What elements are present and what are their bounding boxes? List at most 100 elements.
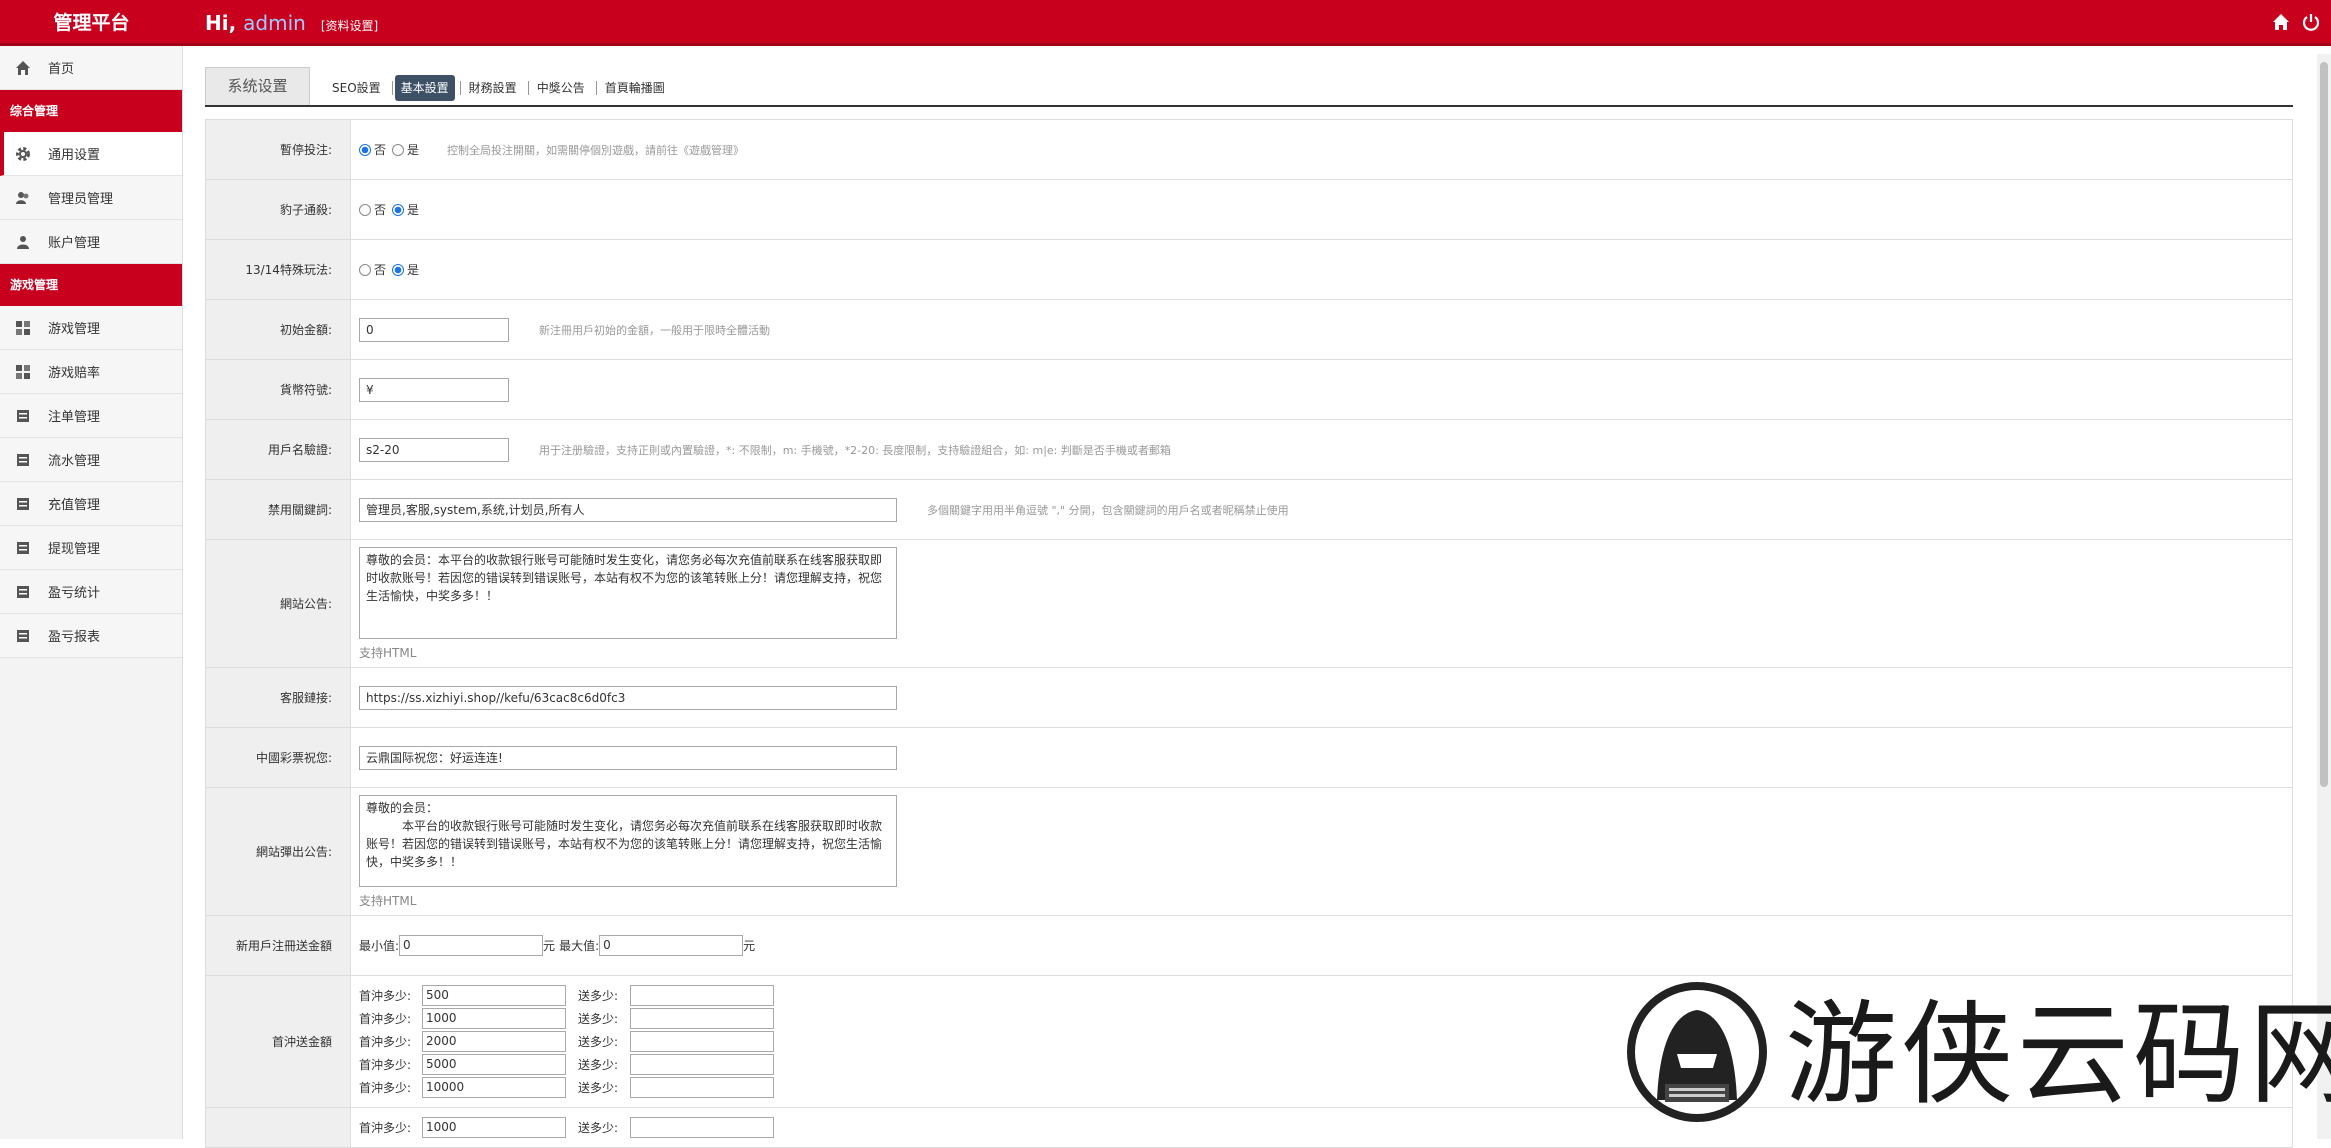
tab-winning-notice[interactable]: 中獎公告 <box>531 75 597 101</box>
sidebar-item-label: 盈亏统计 <box>48 586 101 601</box>
sidebar-section-general: 综合管理 <box>0 90 182 132</box>
special-play-label: 13/14特殊玩法: <box>206 240 351 299</box>
first-deposit-input[interactable]: 500 <box>422 985 566 1006</box>
sidebar-item-game-management[interactable]: 游戏管理 <box>0 306 182 350</box>
min-value-input[interactable]: 0 <box>399 935 544 956</box>
site-notice-textarea[interactable]: 尊敬的会员：本平台的收款银行账号可能随时发生变化，请您务必每次充值前联系在线客服… <box>359 546 897 639</box>
scrollbar-thumb[interactable] <box>2320 62 2328 787</box>
sidebar-item-flow-management[interactable]: 流水管理 <box>0 438 182 482</box>
radio-label: 是 <box>407 203 420 217</box>
sidebar-item-label: 账户管理 <box>48 236 101 251</box>
form-row: 中國彩票祝您: 云鼎国际祝您：好运连连! <box>206 728 2292 788</box>
username-validation-input[interactable]: s2-20 <box>359 437 509 462</box>
popup-notice-textarea[interactable]: 尊敬的会员： 本平台的收款银行账号可能随时发生变化，请您务必每次充值前联系在线客… <box>359 794 897 887</box>
special-no-radio[interactable] <box>359 263 371 276</box>
home-icon <box>14 59 32 77</box>
power-icon[interactable] <box>2301 12 2321 32</box>
form-row: 豹子通殺: 否 是 <box>206 180 2292 240</box>
username-validation-label: 用戶名驗證: <box>206 420 351 479</box>
sidebar-item-profit-report[interactable]: 盈亏报表 <box>0 614 182 658</box>
unit-label: 元 <box>543 939 556 953</box>
tab-basic[interactable]: 基本設置 <box>394 75 461 101</box>
list-icon <box>14 539 32 557</box>
first-deposit-input[interactable]: 1000 <box>422 1008 566 1029</box>
bonus-label: 送多少: <box>578 1035 619 1049</box>
customer-service-link-label: 客服鏈接: <box>206 668 351 727</box>
bonus-input[interactable] <box>630 1077 774 1098</box>
first-deposit-input[interactable]: 1000 <box>422 1117 566 1138</box>
tab-seo[interactable]: SEO設置 <box>326 75 393 101</box>
sidebar-item-home[interactable]: 首页 <box>0 46 182 90</box>
initial-amount-input[interactable]: 0 <box>359 317 509 342</box>
sidebar-item-label: 流水管理 <box>48 454 101 469</box>
sidebar-item-admin-management[interactable]: 管理员管理 <box>0 176 182 220</box>
bonus-input[interactable] <box>630 985 774 1006</box>
initial-amount-hint: 新注冊用戶初始的金額，一般用于限時全體活動 <box>539 323 770 337</box>
profile-settings-link[interactable]: [资料设置] <box>321 19 378 33</box>
lottery-greeting-input[interactable]: 云鼎国际祝您：好运连连! <box>359 745 897 770</box>
currency-symbol-input[interactable]: ¥ <box>359 377 509 402</box>
sidebar-item-profit-stats[interactable]: 盈亏统计 <box>0 570 182 614</box>
top-bar: 管理平台 Hi, admin [资料设置] <box>0 0 2331 46</box>
bonus-input[interactable] <box>630 1031 774 1052</box>
tab-finance[interactable]: 財務設置 <box>463 75 529 101</box>
sidebar-item-label: 充值管理 <box>48 498 101 513</box>
first-deposit-input[interactable]: 2000 <box>422 1031 566 1052</box>
radio-label: 否 <box>374 203 387 217</box>
grid-icon <box>14 319 32 337</box>
sidebar-item-label: 游戏赔率 <box>48 366 101 381</box>
sidebar: 首页 综合管理 通用设置 管理员管理 账户管理 游戏管理 游戏管理 游戏赔率 注… <box>0 46 183 1139</box>
popup-notice-label: 網站彈出公告: <box>206 788 351 915</box>
sidebar-item-account-management[interactable]: 账户管理 <box>0 220 182 264</box>
banned-keywords-input[interactable]: 管理员,客服,system,系统,计划员,所有人 <box>359 497 897 522</box>
bonus-input[interactable] <box>630 1008 774 1029</box>
pause-yes-radio[interactable] <box>392 143 405 156</box>
form-row: 初始金額: 0 新注冊用戶初始的金額，一般用于限時全體活動 <box>206 300 2292 360</box>
sidebar-item-recharge-management[interactable]: 充值管理 <box>0 482 182 526</box>
special-yes-radio[interactable] <box>392 263 405 276</box>
list-icon <box>14 407 32 425</box>
watermark: 游侠云码网 <box>1625 980 2331 1130</box>
first-deposit-input[interactable]: 5000 <box>422 1054 566 1075</box>
bonus-input[interactable] <box>630 1054 774 1075</box>
list-icon <box>14 583 32 601</box>
vertical-scrollbar[interactable] <box>2317 54 2331 1139</box>
form-row: 網站公告: 尊敬的会员：本平台的收款银行账号可能随时发生变化，请您务必每次充值前… <box>206 540 2292 668</box>
max-value-input[interactable]: 0 <box>599 935 744 956</box>
gear-icon <box>14 145 32 163</box>
sidebar-item-withdraw-management[interactable]: 提现管理 <box>0 526 182 570</box>
max-label: 最大值: <box>559 939 600 953</box>
leopard-yes-radio[interactable] <box>392 203 405 216</box>
leopard-no-radio[interactable] <box>359 203 371 216</box>
username-link[interactable]: admin <box>243 11 306 35</box>
home-icon[interactable] <box>2271 12 2291 32</box>
tab-home-carousel[interactable]: 首頁輪播圖 <box>599 75 671 101</box>
pause-betting-label: 暫停投注: <box>206 120 351 179</box>
first-deposit-input[interactable]: 10000 <box>422 1077 566 1098</box>
sidebar-item-bet-management[interactable]: 注单管理 <box>0 394 182 438</box>
new-user-bonus-label: 新用戶注冊送金額 <box>206 916 351 975</box>
leopard-label: 豹子通殺: <box>206 180 351 239</box>
pause-no-radio[interactable] <box>359 143 371 156</box>
min-label: 最小值: <box>359 939 400 953</box>
greeting: Hi, admin [资料设置] <box>205 0 378 46</box>
unit-label: 元 <box>743 939 756 953</box>
lottery-greeting-label: 中國彩票祝您: <box>206 728 351 787</box>
username-validation-hint: 用于注册驗證，支持正則或內置驗證，*: 不限制，m: 手機號，*2-20: 長度… <box>539 443 1171 457</box>
first-deposit-tier: 首沖多少: 2000 送多少: <box>359 1030 774 1053</box>
form-row: 13/14特殊玩法: 否 是 <box>206 240 2292 300</box>
bonus-input[interactable] <box>630 1117 774 1138</box>
sidebar-item-game-odds[interactable]: 游戏赔率 <box>0 350 182 394</box>
bonus-label: 送多少: <box>578 1058 619 1072</box>
radio-label: 是 <box>407 143 420 157</box>
form-row: 禁用關鍵詞: 管理员,客服,system,系统,计划员,所有人 多個關鍵字用用半… <box>206 480 2292 540</box>
banned-keywords-label: 禁用關鍵詞: <box>206 480 351 539</box>
first-deposit-tier: 首沖多少: 10000 送多少: <box>359 1076 774 1099</box>
main-content: 系统设置 SEO設置 基本設置 財務設置 中獎公告 首頁輪播圖 暫停投注: 否 … <box>205 67 2293 1148</box>
sidebar-item-label: 提现管理 <box>48 542 101 557</box>
sidebar-item-general-settings[interactable]: 通用设置 <box>0 132 182 176</box>
bonus-label: 送多少: <box>578 989 619 1003</box>
grid-icon <box>14 363 32 381</box>
customer-service-link-input[interactable]: https://ss.xizhiyi.shop//kefu/63cac8c6d0… <box>359 685 897 710</box>
tab-system-settings[interactable]: 系统设置 <box>205 67 310 105</box>
